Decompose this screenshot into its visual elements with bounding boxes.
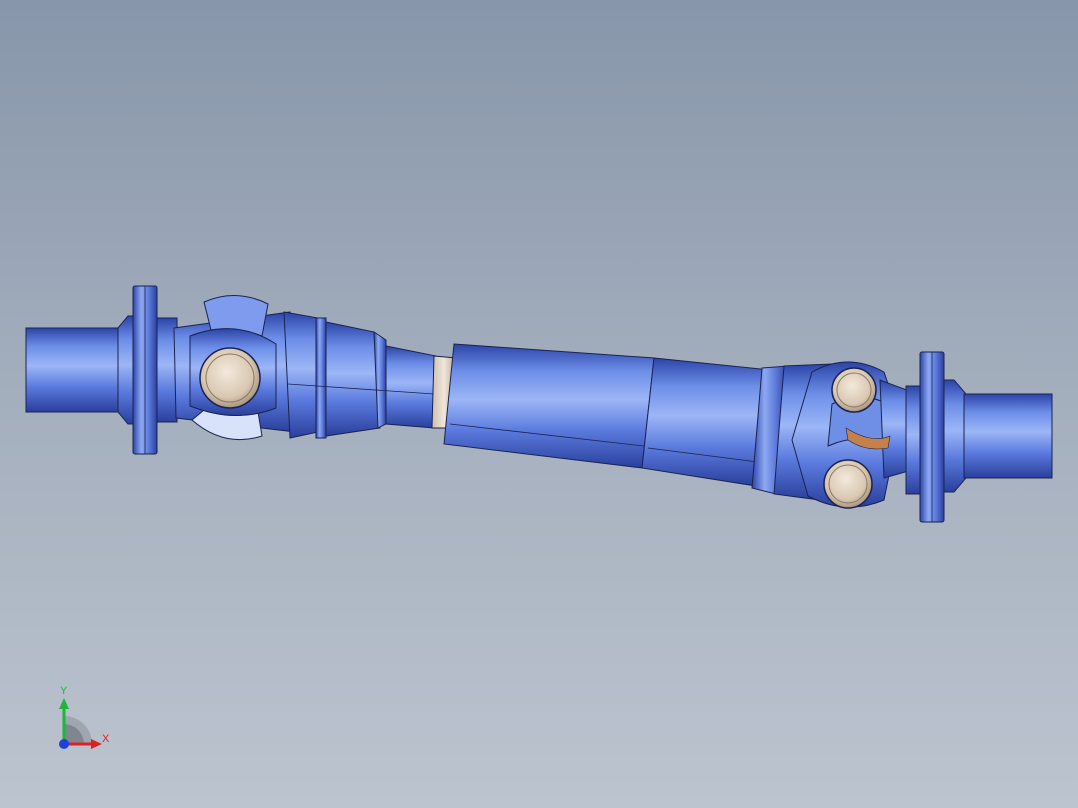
left-bearing-cap-icon [199, 347, 261, 409]
right-bearing-cap-bottom-icon [823, 459, 873, 509]
coordinate-triad: Y X [48, 682, 128, 762]
right-stub-shaft[interactable] [943, 379, 1053, 493]
left-flange[interactable] [132, 285, 178, 455]
left-sleeve[interactable] [283, 311, 437, 439]
main-tube[interactable] [443, 343, 771, 487]
left-stub-shaft[interactable] [25, 315, 134, 425]
y-axis-label: Y [60, 685, 68, 697]
drive-shaft-model[interactable] [0, 0, 1078, 808]
graphics-viewport[interactable]: Y X [0, 0, 1078, 808]
x-axis-label: X [102, 733, 110, 745]
right-flange[interactable] [905, 351, 945, 523]
right-bearing-cap-top-icon [831, 367, 877, 413]
